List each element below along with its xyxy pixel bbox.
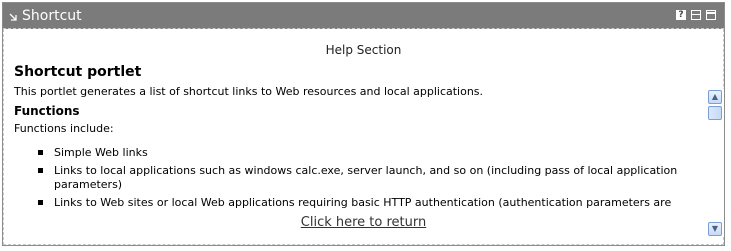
help-icon[interactable]: ? — [676, 10, 686, 20]
help-scroll-frame[interactable]: Shortcut portlet This portlet generates … — [12, 63, 724, 239]
portlet-titlebar: Shortcut ? — [3, 3, 724, 29]
portlet-body: Help Section Shortcut portlet This portl… — [3, 29, 724, 245]
help-section-header: Help Section — [325, 43, 402, 57]
return-link[interactable]: Click here to return — [4, 215, 723, 230]
functions-heading: Functions — [14, 104, 80, 118]
scroll-up-button[interactable]: ▲ — [708, 90, 722, 104]
help-content: Shortcut portlet This portlet generates … — [14, 63, 702, 214]
restore-icon[interactable] — [691, 10, 701, 20]
help-heading: Shortcut portlet — [14, 64, 142, 80]
functions-intro: Functions include: — [14, 122, 114, 135]
portlet-title: Shortcut — [22, 7, 82, 24]
list-item: Links to local applications such as wind… — [14, 164, 702, 192]
maximize-icon[interactable] — [706, 10, 716, 20]
scroll-thumb[interactable] — [708, 106, 722, 120]
title-icons: ? — [676, 10, 716, 20]
list-item: Simple Web links — [14, 146, 702, 160]
shortcut-portlet: Shortcut ? Help Section Shortcut portlet… — [2, 2, 725, 246]
collapse-arrow-icon[interactable] — [9, 8, 19, 21]
functions-list: Simple Web links Links to local applicat… — [14, 146, 702, 210]
list-item: Links to Web sites or local Web applicat… — [14, 196, 702, 210]
help-intro: This portlet generates a list of shortcu… — [14, 85, 484, 98]
